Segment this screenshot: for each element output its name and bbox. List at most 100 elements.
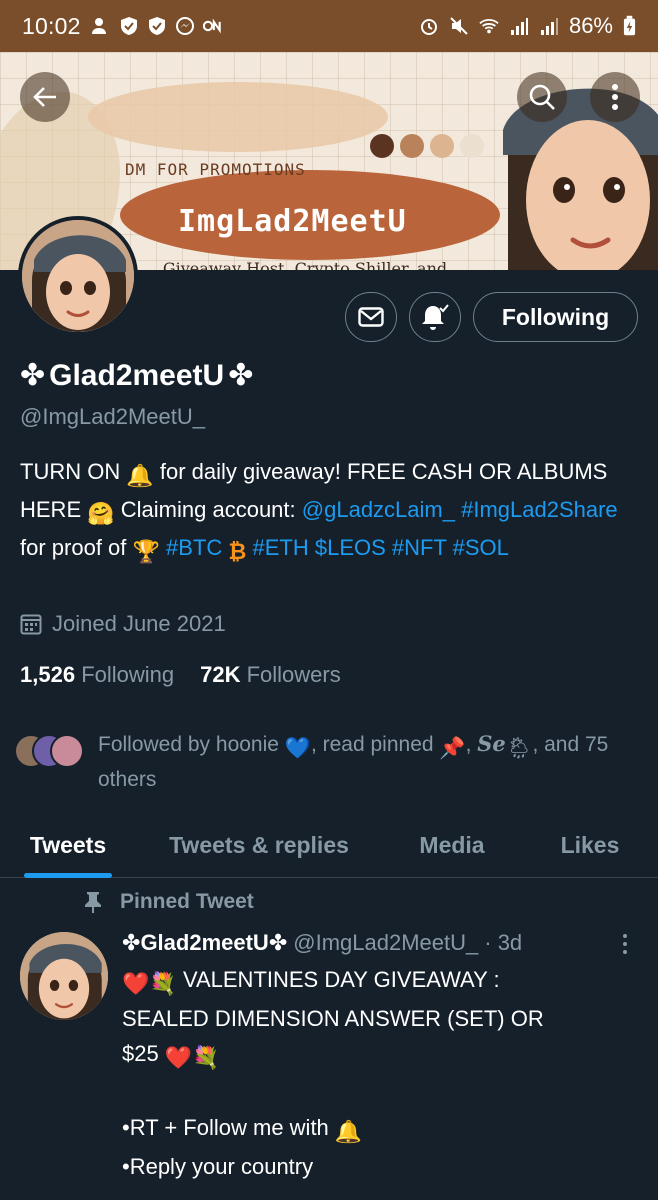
status-bar: 10:02 86% xyxy=(0,0,658,52)
tweet-line: •RT + Follow me with 🔔 xyxy=(122,1110,642,1149)
bio-hashtag-link[interactable]: #ETH xyxy=(252,535,308,560)
trophy-emoji-icon: 🏆 xyxy=(132,539,160,564)
color-dot xyxy=(430,134,454,158)
message-button[interactable] xyxy=(345,292,397,342)
bio-hashtag-link[interactable]: #ImgLad2Share xyxy=(461,497,618,522)
following-label: Following xyxy=(81,662,175,687)
tab-tweets[interactable]: Tweets xyxy=(0,812,136,878)
mutual-avatars xyxy=(14,728,86,772)
banner-brand: ImgLad2MeetU xyxy=(178,204,407,239)
back-button[interactable] xyxy=(20,72,70,122)
following-count: 1,526 xyxy=(20,662,76,687)
shield-icon xyxy=(120,17,137,35)
joined-text: Joined June 2021 xyxy=(52,611,226,636)
messenger-icon xyxy=(175,17,194,35)
notification-icons xyxy=(91,16,223,36)
followed-by-text: Followed by hoonie 💙, read pinned 📌, Se🌦… xyxy=(98,728,644,795)
tweet-line: SEALED DIMENSION ANSWER (SET) OR xyxy=(122,1006,544,1031)
bell-emoji-icon: 🔔 xyxy=(334,1119,363,1144)
tweet-line-text: VALENTINES DAY GIVEAWAY : xyxy=(182,967,500,992)
followed-by-part: , xyxy=(465,733,472,756)
banner-tagline: Giveaway Host, Crypto Shiller, and Socia… xyxy=(162,259,448,270)
notifications-button[interactable] xyxy=(409,292,461,342)
tweet-more-icon[interactable] xyxy=(618,932,632,956)
followers-stat[interactable]: 72K Followers xyxy=(200,662,341,688)
search-icon xyxy=(529,84,555,110)
mail-icon xyxy=(358,307,384,327)
tweet-line-text: $25 xyxy=(122,1041,159,1066)
pinned-tweet-label: Pinned Tweet xyxy=(84,890,254,914)
on-badge-icon xyxy=(202,18,221,34)
banner-shape xyxy=(88,82,388,152)
bouquet-emoji-icon: 💐 xyxy=(192,1045,220,1070)
bio-hashtag-link[interactable]: $LEOS #NFT #SOL xyxy=(315,535,509,560)
color-dot xyxy=(370,134,394,158)
pinned-label-text: Pinned Tweet xyxy=(120,890,254,913)
tweet-author-name[interactable]: ✤Glad2meetU✤ xyxy=(122,930,287,956)
tab-tweets-replies[interactable]: Tweets & replies xyxy=(136,812,382,878)
display-name-text: Glad2meetU xyxy=(49,358,225,392)
follow-stats: 1,526 Following 72K Followers xyxy=(20,662,341,688)
signal-icon xyxy=(510,18,528,35)
bio-text: TURN ON xyxy=(20,459,121,484)
battery-charging-icon xyxy=(623,15,636,36)
system-icons: 86% xyxy=(419,13,636,39)
profile-avatar[interactable] xyxy=(18,216,138,336)
heart-emoji-icon: ❤️ xyxy=(122,971,150,996)
followed-by-name: Se xyxy=(477,731,506,756)
signal-icon xyxy=(540,18,558,35)
followers-count: 72K xyxy=(200,662,241,687)
following-stat[interactable]: 1,526 Following xyxy=(20,662,174,688)
avatar-image xyxy=(22,220,134,332)
joined-date: Joined June 2021 xyxy=(20,611,226,637)
back-arrow-icon xyxy=(33,87,56,107)
search-button[interactable] xyxy=(517,72,567,122)
followed-by-part: , read pinned xyxy=(310,733,434,756)
cloud-rain-emoji-icon: 🌦 xyxy=(505,737,533,760)
alarm-icon xyxy=(420,19,437,35)
tweet-line-text: •RT + Follow me with xyxy=(122,1115,329,1140)
followers-label: Followers xyxy=(246,662,341,687)
tab-media[interactable]: Media xyxy=(382,812,522,878)
pin-icon xyxy=(85,892,101,913)
wifi-icon xyxy=(479,18,499,34)
heart-emoji-icon: ❤️ xyxy=(164,1045,193,1070)
calendar-icon xyxy=(20,614,42,635)
bio-text: Claiming account: xyxy=(120,497,296,522)
bio-hashtag-link[interactable]: #BTC xyxy=(166,535,222,560)
more-vertical-icon xyxy=(612,84,618,110)
following-button[interactable]: Following xyxy=(473,292,638,342)
battery-level: 86% xyxy=(568,13,613,38)
color-dot xyxy=(400,134,424,158)
more-options-button[interactable] xyxy=(590,72,640,122)
bio-mention-link[interactable]: @gLadzcLaim_ xyxy=(302,497,455,522)
profile-handle: @ImgLad2MeetU_ xyxy=(20,404,205,429)
color-dot xyxy=(460,134,484,158)
followed-by-part: Followed by hoonie xyxy=(98,733,279,756)
clover-icon: ✤ xyxy=(228,359,254,392)
bitcoin-icon: ₿ xyxy=(228,539,247,564)
followed-by[interactable]: Followed by hoonie 💙, read pinned 📌, Se🌦… xyxy=(14,728,644,795)
tweet-line: ❤️💐 VALENTINES DAY GIVEAWAY : xyxy=(122,962,642,1001)
pushpin-emoji-icon: 📌 xyxy=(439,737,466,760)
mute-icon xyxy=(450,17,468,35)
tab-likes[interactable]: Likes xyxy=(522,812,658,878)
clover-icon: ✤ xyxy=(20,359,46,392)
bell-emoji-icon: 🔔 xyxy=(126,463,154,488)
tweet-author-avatar[interactable] xyxy=(20,932,108,1020)
user-icon xyxy=(91,18,106,34)
tweet-line: $25 ❤️💐 xyxy=(122,1036,642,1075)
tweet-author-handle: @ImgLad2MeetU_ xyxy=(293,930,479,955)
profile-tabs: Tweets Tweets & replies Media Likes xyxy=(0,812,658,878)
banner-color-dots xyxy=(370,134,484,158)
blue-heart-emoji-icon: 💙 xyxy=(284,737,311,760)
bell-check-icon xyxy=(422,304,449,330)
banner-promo-text: DM FOR PROMOTIONS xyxy=(125,160,306,179)
display-name: ✤ Glad2meetU ✤ xyxy=(20,358,253,393)
hugging-face-emoji-icon: 🤗 xyxy=(87,501,115,526)
tweet-line: •Reply your country xyxy=(122,1154,314,1179)
avatar-image xyxy=(20,932,108,1020)
status-time: 10:02 xyxy=(22,12,81,39)
tweet-header: ✤Glad2meetU✤ @ImgLad2MeetU_ · 3d xyxy=(122,930,522,956)
